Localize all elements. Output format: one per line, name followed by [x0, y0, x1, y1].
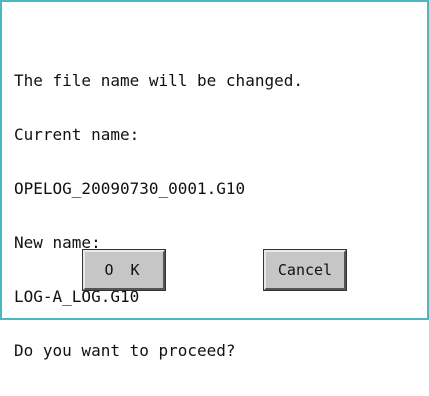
cancel-button[interactable]: Cancel [263, 249, 347, 291]
ok-button[interactable]: O K [82, 249, 166, 291]
proceed-question: Do you want to proceed? [14, 341, 236, 360]
rename-confirm-dialog: The file name will be changed. Current n… [0, 0, 429, 360]
new-name-value: LOG-A_LOG.G10 [14, 287, 140, 306]
current-name-value: OPELOG_20090730_0001.G10 [14, 179, 246, 198]
dialog-message: The file name will be changed. Current n… [14, 36, 303, 396]
current-name-label: Current name: [14, 125, 140, 144]
message-line-intro: The file name will be changed. [14, 71, 303, 90]
